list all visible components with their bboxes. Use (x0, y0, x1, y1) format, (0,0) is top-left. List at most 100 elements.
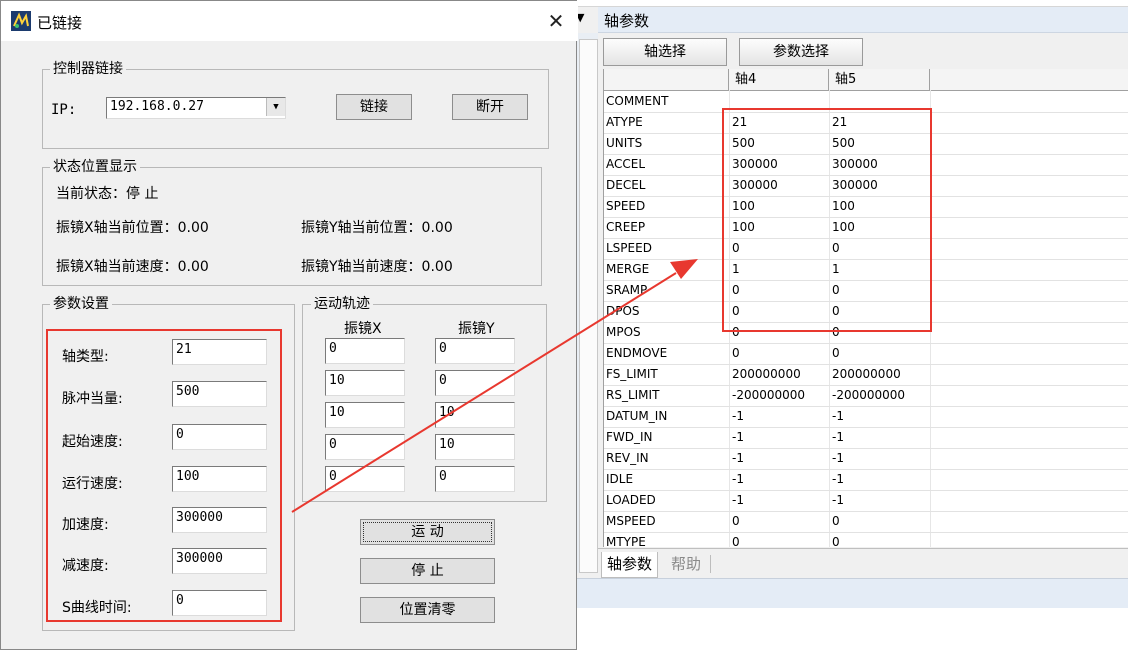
grid-cell-name: UNITS (606, 136, 643, 150)
x-position-text: 振镜X轴当前位置：0.00 (56, 220, 209, 236)
status-display-label: 状态位置显示 (50, 158, 140, 176)
window-top-strip (577, 0, 1128, 7)
grid-header-axis5[interactable]: 轴5 (829, 69, 930, 90)
trajectory-x-input[interactable]: 0 (325, 466, 405, 492)
grid-cell-name: ATYPE (606, 115, 643, 129)
grid-cell-axis4: -1 (732, 451, 744, 465)
x-speed-text: 振镜X轴当前速度：0.00 (56, 259, 209, 275)
trajectory-col-x: 振镜X (344, 321, 382, 337)
dialog-title: 已链接 (37, 14, 83, 32)
trajectory-x-input[interactable]: 0 (325, 338, 405, 364)
param-select-button[interactable]: 参数选择 (739, 38, 863, 66)
grid-header-blank (604, 69, 729, 90)
tab-axis-params[interactable]: 轴参数 (601, 552, 659, 578)
blank-area (577, 608, 1128, 650)
param-highlight-box (46, 329, 282, 622)
grid-row[interactable]: ENDMOVE 0 0 (604, 343, 1128, 365)
y-speed-text: 振镜Y轴当前速度：0.00 (301, 259, 453, 275)
trajectory-y-input[interactable]: 10 (435, 402, 515, 428)
grid-cell-axis5: 0 (832, 535, 840, 547)
trajectory-y-input[interactable]: 10 (435, 434, 515, 460)
grid-cell-axis5: 0 (832, 346, 840, 360)
grid-row[interactable]: DATUM_IN -1 -1 (604, 406, 1128, 428)
grid-cell-name: DATUM_IN (606, 409, 668, 423)
bottom-tab-bar: 轴参数 帮助 (598, 548, 1128, 578)
grid-header-axis4[interactable]: 轴4 (729, 69, 829, 90)
grid-cell-axis5: -1 (832, 430, 844, 444)
status-footer (577, 578, 1128, 608)
move-button[interactable]: 运 动 (360, 519, 495, 545)
side-strip (577, 33, 598, 573)
tab-help[interactable]: 帮助 (666, 552, 706, 577)
grid-cell-name: ACCEL (606, 157, 646, 171)
grid-cell-name: MTYPE (606, 535, 646, 547)
grid-cell-name: SPEED (606, 199, 646, 213)
zero-position-button[interactable]: 位置清零 (360, 597, 495, 623)
grid-cell-axis4: 0 (732, 514, 740, 528)
trajectory-x-input[interactable]: 10 (325, 402, 405, 428)
axis-panel-titlebar: 轴参数 (598, 7, 1128, 33)
trajectory-y-input[interactable]: 0 (435, 370, 515, 396)
grid-cell-name: COMMENT (606, 94, 669, 108)
dialog-titlebar (1, 1, 578, 41)
grid-row[interactable]: FWD_IN -1 -1 (604, 427, 1128, 449)
chevron-down-icon[interactable]: ▼ (266, 98, 285, 116)
grid-cell-axis4: 0 (732, 346, 740, 360)
grid-row[interactable]: LOADED -1 -1 (604, 490, 1128, 512)
grid-cell-name: MERGE (606, 262, 650, 276)
grid-cell-name: DECEL (606, 178, 646, 192)
grid-cell-name: FS_LIMIT (606, 367, 658, 381)
grid-row[interactable]: RS_LIMIT -200000000 -200000000 (604, 385, 1128, 407)
ip-label: IP: (51, 102, 77, 118)
trajectory-x-input[interactable]: 10 (325, 370, 405, 396)
grid-cell-axis5: -1 (832, 493, 844, 507)
grid-cell-axis5: -200000000 (832, 388, 906, 402)
grid-cell-name: IDLE (606, 472, 634, 486)
grid-cell-name: RS_LIMIT (606, 388, 660, 402)
disconnect-button[interactable]: 断开 (452, 94, 528, 120)
close-icon[interactable]: ✕ (541, 7, 571, 35)
grid-cell-name: ENDMOVE (606, 346, 668, 360)
grid-cell-axis5: 200000000 (832, 367, 901, 381)
grid-cell-name: MPOS (606, 325, 641, 339)
y-position-text: 振镜Y轴当前位置：0.00 (301, 220, 453, 236)
grid-cell-name: LSPEED (606, 241, 652, 255)
trajectory-y-input[interactable]: 0 (435, 338, 515, 364)
stop-button[interactable]: 停 止 (360, 558, 495, 584)
grid-row[interactable]: REV_IN -1 -1 (604, 448, 1128, 470)
controller-link-label: 控制器链接 (50, 60, 126, 78)
current-state-text: 当前状态：停 止 (56, 186, 159, 202)
grid-cell-axis4: -200000000 (732, 388, 806, 402)
trajectory-label: 运动轨迹 (311, 295, 373, 313)
grid-cell-name: DPOS (606, 304, 640, 318)
axis-select-button[interactable]: 轴选择 (603, 38, 727, 66)
grid-row[interactable]: IDLE -1 -1 (604, 469, 1128, 491)
grid-cell-name: FWD_IN (606, 430, 653, 444)
trajectory-x-input[interactable]: 0 (325, 434, 405, 460)
ip-select-value: 192.168.0.27 (110, 99, 204, 114)
trajectory-col-y: 振镜Y (458, 321, 495, 337)
grid-highlight-box (722, 108, 932, 332)
grid-row[interactable]: MTYPE 0 0 (604, 532, 1128, 547)
grid-cell-name: LOADED (606, 493, 656, 507)
grid-header: 轴4 轴5 (604, 69, 1128, 91)
grid-cell-axis4: 0 (732, 535, 740, 547)
grid-cell-name: REV_IN (606, 451, 649, 465)
grid-cell-axis4: -1 (732, 430, 744, 444)
param-settings-label: 参数设置 (50, 295, 112, 313)
grid-row[interactable]: MSPEED 0 0 (604, 511, 1128, 533)
grid-cell-name: CREEP (606, 220, 646, 234)
grid-cell-axis5: -1 (832, 409, 844, 423)
grid-cell-axis4: -1 (732, 493, 744, 507)
grid-cell-axis4: 200000000 (732, 367, 801, 381)
trajectory-y-input[interactable]: 0 (435, 466, 515, 492)
grid-row[interactable]: FS_LIMIT 200000000 200000000 (604, 364, 1128, 386)
grid-cell-axis5: -1 (832, 472, 844, 486)
grid-cell-axis4: -1 (732, 409, 744, 423)
grid-cell-name: SRAMP (606, 283, 648, 297)
app-icon (11, 11, 31, 31)
ip-select[interactable]: 192.168.0.27 ▼ (106, 97, 286, 119)
grid-cell-axis4: -1 (732, 472, 744, 486)
grid-cell-axis5: -1 (832, 451, 844, 465)
connect-button[interactable]: 链接 (336, 94, 412, 120)
